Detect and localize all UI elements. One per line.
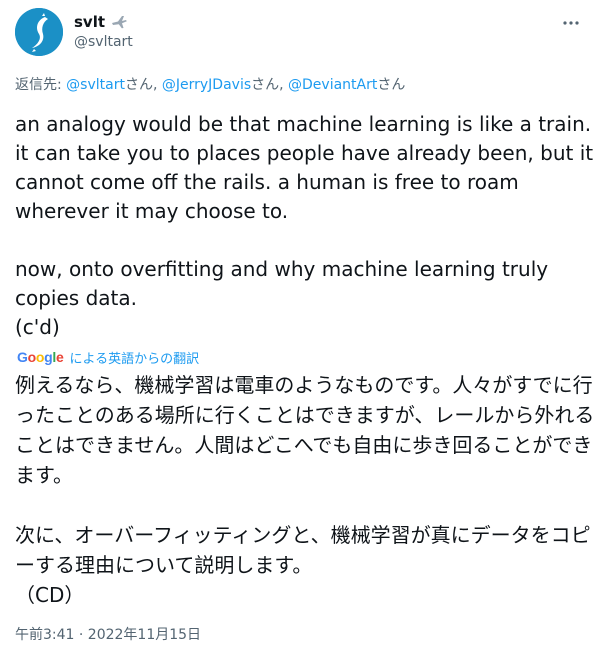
translation-attribution[interactable]: Google による英語からの翻訳 — [17, 347, 199, 367]
tweet-paragraph: now, onto overfitting and why machine le… — [15, 257, 549, 310]
mention-link[interactable]: @JerryJDavis — [162, 77, 251, 93]
honorific: さん — [251, 77, 280, 93]
separator: , — [152, 77, 162, 93]
translated-text: 例えるなら、機械学習は電車のようなものです。人々がすでに行ったことのある場所に行… — [15, 370, 595, 610]
honorific: さん — [124, 77, 153, 93]
google-logo: Google — [17, 349, 64, 365]
tweet-paragraph: an analogy would be that machine learnin… — [15, 112, 594, 223]
translated-paragraph: （CD） — [15, 583, 85, 607]
reply-to-line: 返信先: @svltartさん, @JerryJDavisさん, @Devian… — [15, 74, 405, 94]
mention-link[interactable]: @svltart — [66, 77, 125, 93]
translated-paragraph: 例えるなら、機械学習は電車のようなものです。人々がすでに行ったことのある場所に行… — [15, 373, 595, 487]
translation-label[interactable]: による英語からの翻訳 — [69, 348, 199, 367]
tweet-timestamp[interactable]: 午前3:41 · 2022年11月15日 — [15, 624, 201, 644]
more-horizontal-icon — [563, 21, 579, 25]
mention-link[interactable]: @DeviantArt — [288, 77, 377, 93]
tweet-text: an analogy would be that machine learnin… — [15, 110, 595, 342]
airplane-icon — [110, 13, 128, 31]
translated-paragraph: 次に、オーバーフィッティングと、機械学習が真にデータをコピーする理由について説明… — [15, 523, 591, 577]
honorific: さん — [377, 77, 406, 93]
display-name[interactable]: svlt — [74, 13, 105, 31]
more-options-button[interactable] — [562, 14, 580, 32]
separator: , — [279, 77, 289, 93]
avatar[interactable] — [15, 8, 63, 56]
user-name-row[interactable]: svlt — [74, 11, 128, 33]
tweet-paragraph: (c'd) — [15, 315, 60, 339]
avatar-logo-icon — [15, 8, 63, 56]
reply-prefix: 返信先: — [15, 77, 62, 93]
user-handle[interactable]: @svltart — [74, 34, 133, 50]
